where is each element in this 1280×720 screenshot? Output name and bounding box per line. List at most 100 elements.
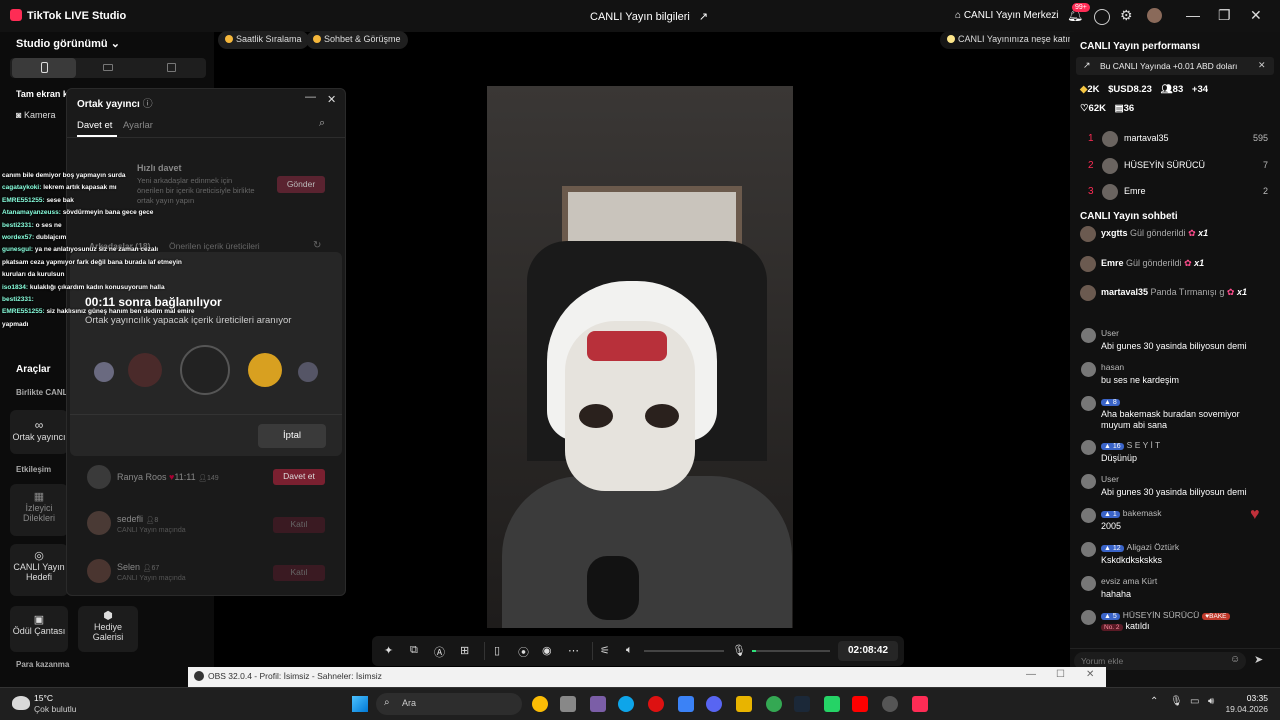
gift-multiplier: x1: [1195, 228, 1209, 238]
add-source-icon[interactable]: ⊞: [460, 644, 469, 657]
cancel-button[interactable]: İptal: [258, 424, 326, 448]
taskbar-search[interactable]: ⌕ Ara: [376, 693, 522, 715]
chrome-alt-icon[interactable]: [766, 696, 782, 712]
folder-icon[interactable]: [736, 696, 752, 712]
overlay-chat-line: gunesgul: ya ne anlatıyosunuz siz ne zam…: [2, 246, 158, 253]
profile-avatar[interactable]: [1147, 8, 1162, 23]
close-banner-icon[interactable]: ✕: [1258, 60, 1266, 71]
obs-close-icon[interactable]: ✕: [1086, 669, 1094, 680]
whatsapp-icon[interactable]: [824, 696, 840, 712]
multi-layout-button[interactable]: [140, 58, 204, 78]
windows-start-icon[interactable]: [352, 696, 368, 712]
opera-icon[interactable]: [648, 696, 664, 712]
tiktok-taskbar-icon[interactable]: [912, 696, 928, 712]
title-bar: TikTok LIVE Studio CANLI Yayın bilgileri…: [0, 0, 1280, 32]
app-icon[interactable]: [560, 696, 576, 712]
live-info-button[interactable]: CANLI Yayın bilgileri ↗: [590, 10, 708, 23]
sliders-icon[interactable]: ⚟: [600, 644, 610, 657]
join-button[interactable]: Katıl: [273, 565, 325, 581]
chrome-icon[interactable]: [532, 696, 548, 712]
record-icon[interactable]: ⦿: [518, 644, 529, 660]
search-icon[interactable]: ⌕: [319, 117, 325, 130]
overlay-chat-text: dublajcım: [34, 234, 67, 241]
chat-chip[interactable]: Sohbet & Görüşme: [306, 31, 408, 49]
friend-row: sedefli 👤︎8 CANLI Yayın maçında Katıl: [67, 509, 345, 539]
phone-mirror-icon[interactable]: ▯: [494, 644, 500, 657]
live-goal-button[interactable]: ◎ CANLI Yayın Hedefi: [10, 544, 68, 596]
maximize-icon[interactable]: ❐: [1218, 7, 1231, 24]
friend-name: Selen 👤︎67: [117, 562, 159, 572]
obs-maximize-icon[interactable]: ☐: [1056, 669, 1065, 680]
send-arrow-icon[interactable]: ➤: [1254, 653, 1263, 666]
chat-message: ▲ 8 Aha bakemask buradan sovemiyor muyum …: [1070, 394, 1280, 430]
help-circle-icon[interactable]: ⓘ: [143, 99, 153, 110]
volume-icon[interactable]: 🔊︎: [1208, 696, 1214, 707]
ranking-row[interactable]: 1 martaval35 595: [1070, 128, 1280, 150]
landscape-layout-button[interactable]: [76, 58, 140, 78]
tray-chevron-icon[interactable]: ⌃: [1150, 696, 1158, 707]
teams-icon[interactable]: [590, 696, 606, 712]
discord-icon[interactable]: [706, 696, 722, 712]
microphone-icon[interactable]: 🎙︎: [732, 644, 746, 657]
minimize-modal-icon[interactable]: —: [305, 91, 316, 103]
clock-date[interactable]: 19.04.2026: [1222, 704, 1268, 714]
effects-icon[interactable]: ⧉: [410, 644, 418, 657]
weather-temp: 15°C: [34, 693, 53, 703]
refresh-icon[interactable]: ↻: [313, 240, 321, 251]
overlay-chat-line: wordex57: dublajcım: [2, 234, 66, 241]
send-button[interactable]: Gönder: [277, 176, 325, 193]
speaker-volume-slider[interactable]: [644, 650, 724, 652]
youtube-icon[interactable]: [852, 696, 868, 712]
camera-source[interactable]: ◙ Kamera: [16, 110, 55, 120]
mic-volume-slider[interactable]: [752, 650, 830, 652]
overlay-chat-text: kuruları da kurulsun: [2, 271, 65, 279]
store-icon[interactable]: [678, 696, 694, 712]
edge-icon[interactable]: [618, 696, 634, 712]
ai-icon[interactable]: Ⓐ: [434, 644, 445, 660]
gear-icon[interactable]: ⚙: [1120, 7, 1133, 24]
viewer-wishes-button[interactable]: ▦ İzleyici Dilekleri: [10, 484, 68, 536]
more-icon[interactable]: ⋯: [568, 644, 579, 657]
clock-time[interactable]: 03:35: [1222, 693, 1268, 703]
studio-view-dropdown[interactable]: Studio görünümü ⌄: [16, 37, 120, 50]
overlay-chat-user: besti2331:: [2, 296, 34, 303]
portrait-layout-button[interactable]: [12, 58, 76, 78]
chat-message: evsiz ama Kürt hahaha: [1070, 574, 1280, 606]
ranking-row[interactable]: 2 HÜSEYİN SÜRÜCÜ 7: [1070, 155, 1280, 177]
stats-row-2: ♡62K ▤36: [1080, 103, 1134, 114]
creator-avatar: [248, 353, 282, 387]
co-host-tool-button[interactable]: ∞ Ortak yayıncı: [10, 410, 68, 454]
hourly-ranking-chip[interactable]: Saatlik Sıralama: [218, 31, 309, 49]
tools-title: Araçlar: [16, 364, 51, 375]
obs-window-bar[interactable]: OBS 32.0.4 - Profil: İsimsiz - Sahneler:…: [188, 667, 1106, 687]
gift-gallery-button[interactable]: ⬢ Hediye Galerisi: [78, 606, 138, 652]
invite-button[interactable]: Davet et: [273, 469, 325, 485]
close-modal-icon[interactable]: ✕: [327, 93, 336, 106]
live-center-button[interactable]: ⌂ CANLI Yayın Merkezi: [955, 10, 1059, 21]
tray-mic-icon[interactable]: 🎙︎: [1170, 696, 1183, 707]
ranking-row[interactable]: 3 Emre 2: [1070, 181, 1280, 203]
network-icon[interactable]: ▭: [1190, 696, 1199, 707]
overlay-chat-line: canım bile demiyor boş yapmayın surda: [2, 172, 126, 179]
emoji-icon[interactable]: ☺: [1230, 654, 1240, 665]
camera-settings-icon[interactable]: ◉: [542, 644, 552, 657]
obs-minimize-icon[interactable]: —: [1026, 669, 1036, 680]
rank-name: martaval35: [1124, 133, 1169, 143]
gift-icon: ⬢: [103, 610, 113, 622]
fun-tip-chip[interactable]: CANLI Yayınınıza neşe katın: [940, 31, 1080, 49]
reward-bag-button[interactable]: ▣ Ödül Çantası: [10, 606, 68, 652]
tab-invite[interactable]: Davet et: [77, 120, 112, 131]
gift-row: yxgtts Gül gönderildi ✿ x1: [1070, 224, 1280, 246]
modal-title-text: Ortak yayıncı: [77, 99, 140, 110]
join-button[interactable]: Katıl: [273, 517, 325, 533]
modal-title: Ortak yayıncı ⓘ: [77, 95, 153, 110]
speaker-icon[interactable]: 🔈︎: [626, 644, 633, 657]
obs-taskbar-icon[interactable]: [882, 696, 898, 712]
help-icon[interactable]: [1094, 9, 1110, 25]
tab-settings[interactable]: Ayarlar: [123, 120, 153, 131]
minimize-icon[interactable]: —: [1186, 7, 1200, 23]
steam-icon[interactable]: [794, 696, 810, 712]
magic-wand-icon[interactable]: ✦: [384, 644, 393, 657]
close-icon[interactable]: ✕: [1250, 7, 1262, 24]
earnings-banner-text: Bu CANLI Yayında +0.01 ABD doları: [1100, 61, 1238, 71]
